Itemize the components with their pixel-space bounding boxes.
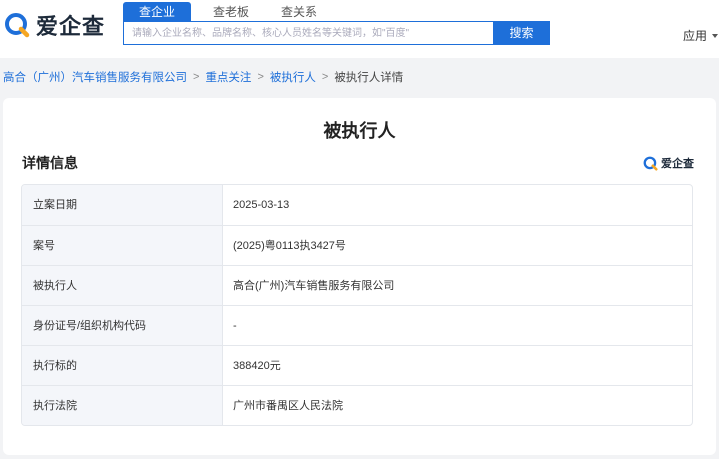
row-label-court: 执行法院 xyxy=(22,386,223,425)
table-row: 被执行人 高合(广州)汽车销售服务有限公司 xyxy=(22,265,692,305)
table-row: 身份证号/组织机构代码 - xyxy=(22,305,692,345)
breadcrumb-separator: > xyxy=(257,71,264,83)
chevron-down-icon xyxy=(712,33,719,38)
brand-watermark: 爱企查 xyxy=(643,155,694,171)
logo-text: 爱企查 xyxy=(36,14,106,39)
table-row: 执行标的 388420元 xyxy=(22,345,692,385)
row-value-id-code: - xyxy=(233,320,237,332)
row-value-case-number: (2025)粤0113执3427号 xyxy=(233,240,346,252)
section-title: 详情信息 xyxy=(22,155,78,171)
row-label-case-number: 案号 xyxy=(22,226,223,265)
breadcrumb-separator: > xyxy=(321,71,329,83)
search-button[interactable]: 搜索 xyxy=(493,21,550,45)
top-navigation-bar: 爱企查 查企业 查老板 查关系 搜索 应用 xyxy=(0,0,719,58)
watermark-text: 爱企查 xyxy=(661,158,694,170)
breadcrumb-current: 被执行人详情 xyxy=(334,72,404,84)
logo-magnifier-icon xyxy=(643,156,658,171)
search-type-tabs: 查企业 查老板 查关系 xyxy=(123,2,333,22)
row-value-filing-date: 2025-03-13 xyxy=(233,199,290,211)
tab-company[interactable]: 查企业 xyxy=(123,2,192,22)
row-value-court: 广州市番禺区人民法院 xyxy=(233,400,343,412)
row-label-executed-person: 被执行人 xyxy=(22,266,223,305)
tab-boss[interactable]: 查老板 xyxy=(197,2,265,22)
row-label-id-code: 身份证号/组织机构代码 xyxy=(22,306,223,345)
detail-card: 被执行人 详情信息 爱企查 立案日期 2025-03-13 案号 (2025)粤… xyxy=(3,98,716,455)
search-box xyxy=(123,21,494,45)
page-title: 被执行人 xyxy=(323,121,396,141)
detail-table: 立案日期 2025-03-13 案号 (2025)粤0113执3427号 被执行… xyxy=(21,184,693,426)
row-value-execution-amount: 388420元 xyxy=(233,360,281,372)
table-row: 案号 (2025)粤0113执3427号 xyxy=(22,225,692,265)
row-label-filing-date: 立案日期 xyxy=(22,185,223,225)
row-value-executed-person: 高合(广州)汽车销售服务有限公司 xyxy=(233,280,395,292)
app-menu-label: 应用 xyxy=(683,29,708,43)
breadcrumb-link-company[interactable]: 高合（广州）汽车销售服务有限公司 xyxy=(3,69,187,85)
breadcrumb: 高合（广州）汽车销售服务有限公司 > 重点关注 > 被执行人 > 被执行人详情 xyxy=(3,69,403,85)
app-menu-dropdown[interactable]: 应用 xyxy=(683,27,719,44)
site-logo[interactable]: 爱企查 xyxy=(4,10,105,40)
breadcrumb-link-executed-person[interactable]: 被执行人 xyxy=(270,69,316,85)
row-label-execution-amount: 执行标的 xyxy=(22,346,223,385)
search-input[interactable] xyxy=(124,22,494,44)
tab-relation[interactable]: 查关系 xyxy=(265,2,333,22)
logo-magnifier-icon xyxy=(5,13,30,38)
table-row: 立案日期 2025-03-13 xyxy=(22,185,692,225)
table-row: 执行法院 广州市番禺区人民法院 xyxy=(22,385,692,425)
breadcrumb-separator: > xyxy=(193,71,200,83)
breadcrumb-link-focus[interactable]: 重点关注 xyxy=(205,69,251,85)
